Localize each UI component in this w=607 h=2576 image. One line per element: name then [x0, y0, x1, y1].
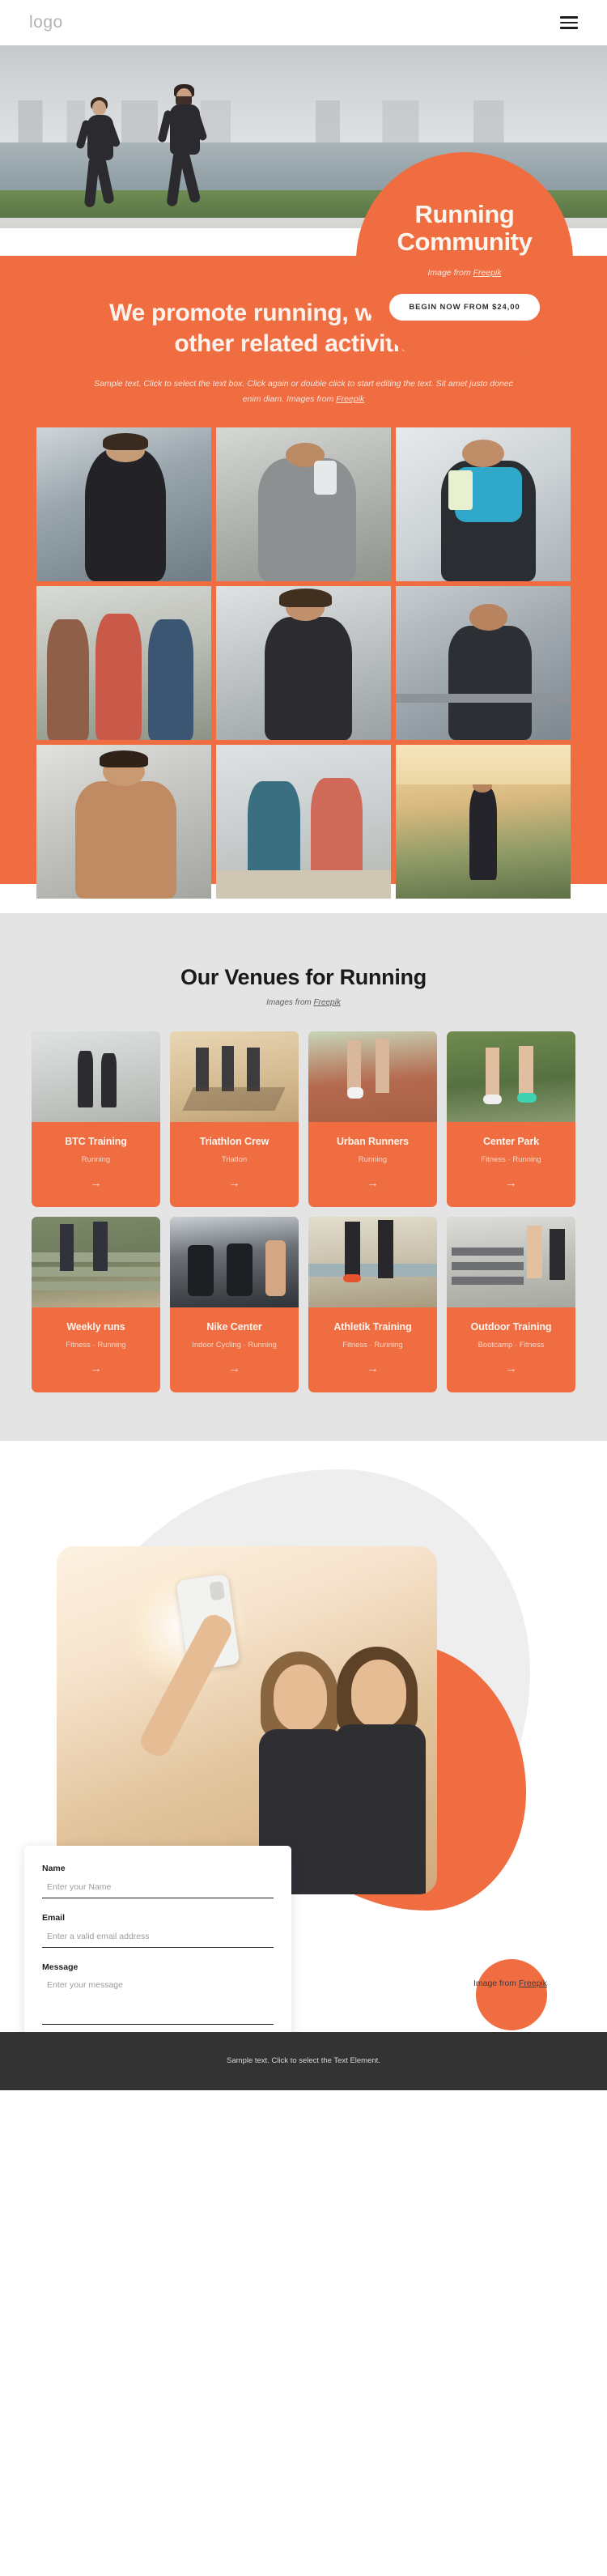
selfie-photo	[57, 1545, 437, 1894]
gallery-item[interactable]	[36, 427, 211, 581]
name-field-group: Name	[42, 1864, 274, 1898]
venue-title: Nike Center	[206, 1320, 262, 1333]
gallery-item[interactable]	[216, 427, 391, 581]
gallery-item[interactable]	[396, 427, 571, 581]
venue-card-urban-runners[interactable]: Urban Runners Running →	[308, 1031, 437, 1207]
venue-card-weekly-runs[interactable]: Weekly runs Fitness · Running →	[32, 1216, 160, 1392]
footer-text: Sample text. Click to select the Text El…	[227, 2056, 380, 2066]
hero-title-line-2: Community	[397, 227, 533, 256]
venues-image-credit: Images from Freepik	[0, 998, 607, 1007]
message-textarea[interactable]	[42, 1977, 274, 2025]
hero-section: Running Community Image from Freepik BEG…	[0, 45, 607, 369]
venue-card-nike-center[interactable]: Nike Center Indoor Cycling · Running →	[170, 1216, 299, 1392]
venue-thumbnail	[170, 1031, 299, 1122]
message-label: Message	[42, 1962, 79, 1972]
venue-title: Athletik Training	[333, 1320, 412, 1333]
gallery-item[interactable]	[36, 744, 211, 899]
venue-meta: Triatlon	[221, 1154, 248, 1164]
begin-now-button[interactable]: BEGIN NOW FROM $24,00	[389, 293, 540, 321]
venue-thumbnail	[308, 1031, 437, 1122]
gallery-item[interactable]	[36, 585, 211, 740]
arrow-right-icon[interactable]: →	[170, 1362, 299, 1375]
venue-card-center-park[interactable]: Center Park Fitness · Running →	[447, 1031, 575, 1207]
venue-card-outdoor-training[interactable]: Outdoor Training Bootcamp · Fitness →	[447, 1216, 575, 1392]
freepik-link[interactable]: Freepik	[314, 998, 341, 1007]
gallery-item[interactable]	[216, 744, 391, 899]
burger-bar	[560, 16, 578, 19]
hero-image-credit: Image from Freepik	[427, 268, 501, 278]
person-in-photo	[330, 1643, 431, 1894]
hero-callout-circle: Running Community Image from Freepik BEG…	[356, 152, 573, 369]
arrow-right-icon[interactable]: →	[308, 1362, 437, 1375]
venue-title: Triathlon Crew	[199, 1135, 270, 1147]
venue-thumbnail	[447, 1216, 575, 1307]
venue-meta: Indoor Cycling · Running	[192, 1340, 277, 1350]
arrow-right-icon[interactable]: →	[32, 1362, 160, 1375]
contact-form: Name Email Message I accept the Terms of…	[24, 1845, 291, 2032]
email-input[interactable]	[42, 1928, 274, 1948]
arrow-right-icon[interactable]: →	[32, 1177, 160, 1189]
hamburger-menu-icon[interactable]	[560, 16, 578, 29]
email-label: Email	[42, 1912, 66, 1923]
venue-card-triathlon-crew[interactable]: Triathlon Crew Triatlon →	[170, 1031, 299, 1207]
photo-gallery-grid	[36, 427, 571, 899]
arrow-right-icon[interactable]: →	[170, 1177, 299, 1189]
venues-grid: BTC Training Running → Triathlon Crew Tr…	[32, 1031, 575, 1392]
venue-meta: Fitness · Running	[481, 1154, 541, 1164]
venue-title: Weekly runs	[66, 1320, 125, 1333]
freepik-link[interactable]: Freepik	[519, 1979, 547, 1988]
logo[interactable]: logo	[29, 13, 63, 32]
venue-meta: Bootcamp · Fitness	[478, 1340, 545, 1350]
hero-title-line-1: Running	[414, 200, 515, 229]
venues-credit-text: Images from	[266, 997, 314, 1007]
venue-title: Outdoor Training	[470, 1320, 552, 1333]
hero-runner-woman	[73, 97, 129, 222]
promo-body: Sample text. Click to select the text bo…	[77, 376, 530, 408]
email-field-group: Email	[42, 1913, 274, 1948]
hero-runner-man	[154, 84, 219, 222]
venue-thumbnail	[32, 1031, 160, 1122]
arrow-right-icon[interactable]: →	[308, 1177, 437, 1189]
venues-section: Our Venues for Running Images from Freep…	[0, 912, 607, 1441]
arrow-right-icon[interactable]: →	[447, 1362, 575, 1375]
contact-credit-text: Image from	[473, 1978, 519, 1988]
freepik-link[interactable]: Freepik	[336, 394, 364, 404]
gallery-item[interactable]	[216, 585, 391, 740]
venue-meta: Fitness · Running	[342, 1340, 403, 1350]
contact-section: Name Email Message I accept the Terms of…	[0, 1440, 607, 2032]
venue-card-athletik-training[interactable]: Athletik Training Fitness · Running →	[308, 1216, 437, 1392]
site-footer: Sample text. Click to select the Text El…	[0, 2031, 607, 2090]
venue-thumbnail	[447, 1031, 575, 1122]
gallery-item[interactable]	[396, 744, 571, 899]
name-label: Name	[42, 1863, 66, 1873]
arrow-right-icon[interactable]: →	[447, 1177, 575, 1189]
venue-meta: Running	[358, 1154, 388, 1164]
decorative-orange-circle	[476, 1958, 547, 2030]
contact-image-credit: Image from Freepik	[473, 1979, 547, 1988]
venue-card-btc-training[interactable]: BTC Training Running →	[32, 1031, 160, 1207]
page-title: Running Community	[397, 201, 533, 255]
venue-thumbnail	[32, 1216, 160, 1307]
venue-meta: Fitness · Running	[66, 1340, 126, 1350]
burger-bar	[560, 21, 578, 24]
freepik-link[interactable]: Freepik	[473, 268, 502, 278]
name-input[interactable]	[42, 1879, 274, 1898]
hero-credit-text: Image from	[427, 267, 473, 278]
site-header: logo	[0, 0, 607, 45]
venue-title: BTC Training	[65, 1135, 127, 1147]
message-field-group: Message	[42, 1962, 274, 2029]
venues-heading: Our Venues for Running	[180, 964, 427, 989]
venue-title: Center Park	[482, 1135, 540, 1147]
burger-bar	[560, 27, 578, 29]
venue-title: Urban Runners	[337, 1135, 409, 1147]
promo-body-text: Sample text. Click to select the text bo…	[94, 378, 513, 405]
gallery-item[interactable]	[396, 585, 571, 740]
venue-thumbnail	[308, 1216, 437, 1307]
venue-meta: Running	[81, 1154, 111, 1164]
venue-thumbnail	[170, 1216, 299, 1307]
